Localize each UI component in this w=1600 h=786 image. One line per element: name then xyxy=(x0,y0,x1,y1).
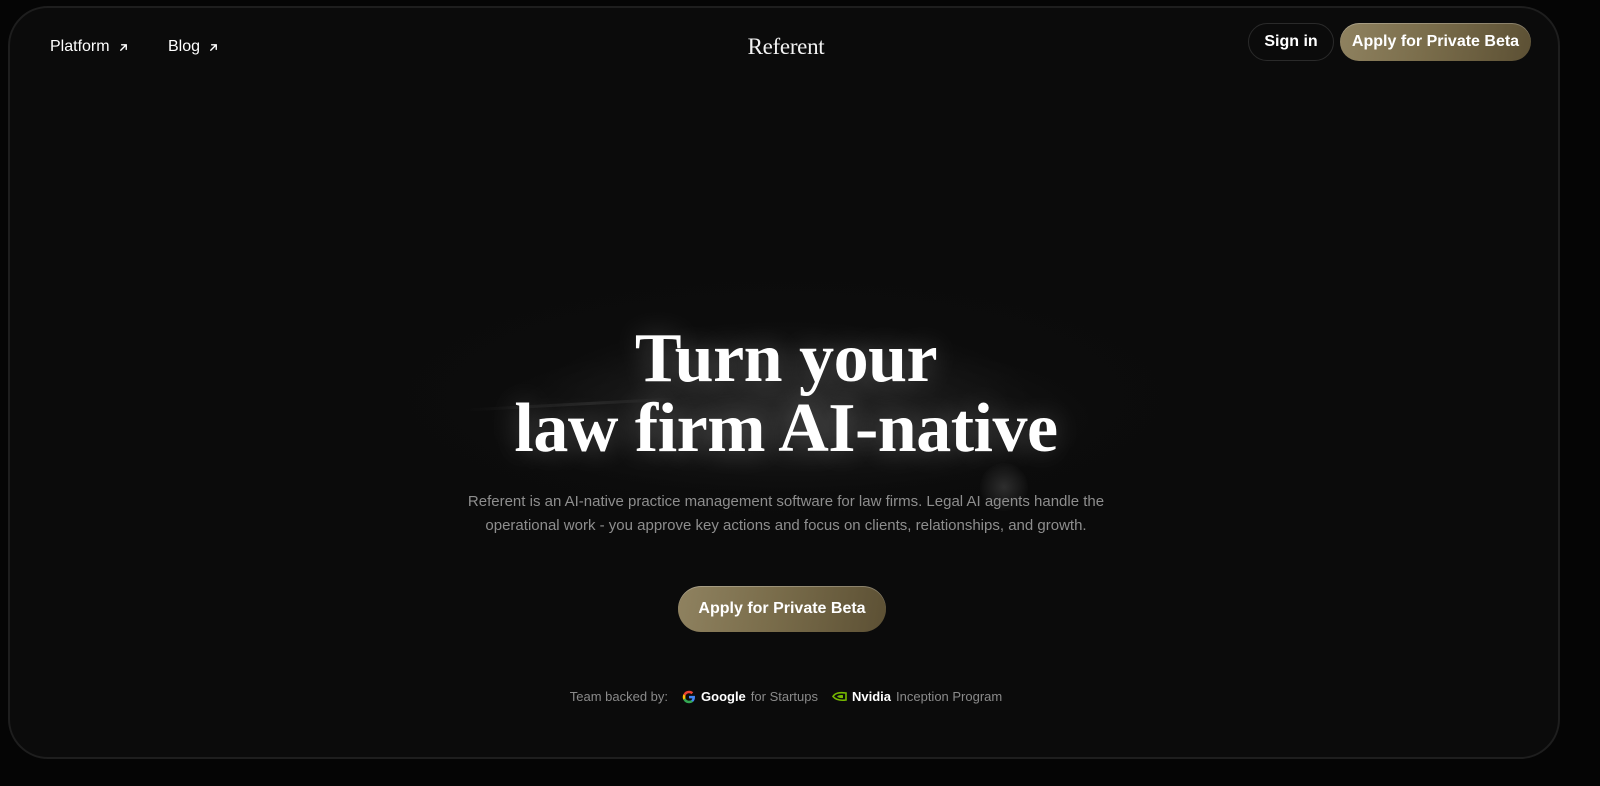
hero-subtitle-line1: Referent is an AI-native practice manage… xyxy=(467,493,1105,510)
google-logo-icon xyxy=(682,690,696,703)
hero-headline-line2: law firm AI-native xyxy=(514,390,1058,467)
apply-beta-header-button[interactable]: Apply for Private Beta xyxy=(1340,23,1531,61)
nvidia-brand: Nvidia xyxy=(852,689,892,704)
hero-headline: Turn your law firm AI-native xyxy=(10,320,1558,467)
hero-headline-line1: Turn your xyxy=(634,320,938,397)
google-partner: Google for Startups xyxy=(682,689,818,704)
hero-subtitle-line2: operational work - you approve key actio… xyxy=(485,517,1087,534)
page-frame: Platform Blog Referent Sign in Apply for… xyxy=(8,6,1560,759)
google-brand: Google xyxy=(701,689,746,704)
nvidia-logo-icon xyxy=(832,691,847,702)
sign-in-button[interactable]: Sign in xyxy=(1248,23,1334,61)
backers-row: Team backed by: Google for Startups Nvid… xyxy=(10,689,1558,704)
nvidia-partner: Nvidia Inception Program xyxy=(832,689,1002,704)
backers-label: Team backed by: xyxy=(569,689,669,704)
apply-beta-hero-button[interactable]: Apply for Private Beta xyxy=(678,586,886,632)
hero-subtitle: Referent is an AI-native practice manage… xyxy=(10,490,1558,538)
google-suffix: for Startups xyxy=(750,689,818,704)
nvidia-suffix: Inception Program xyxy=(896,689,1003,704)
